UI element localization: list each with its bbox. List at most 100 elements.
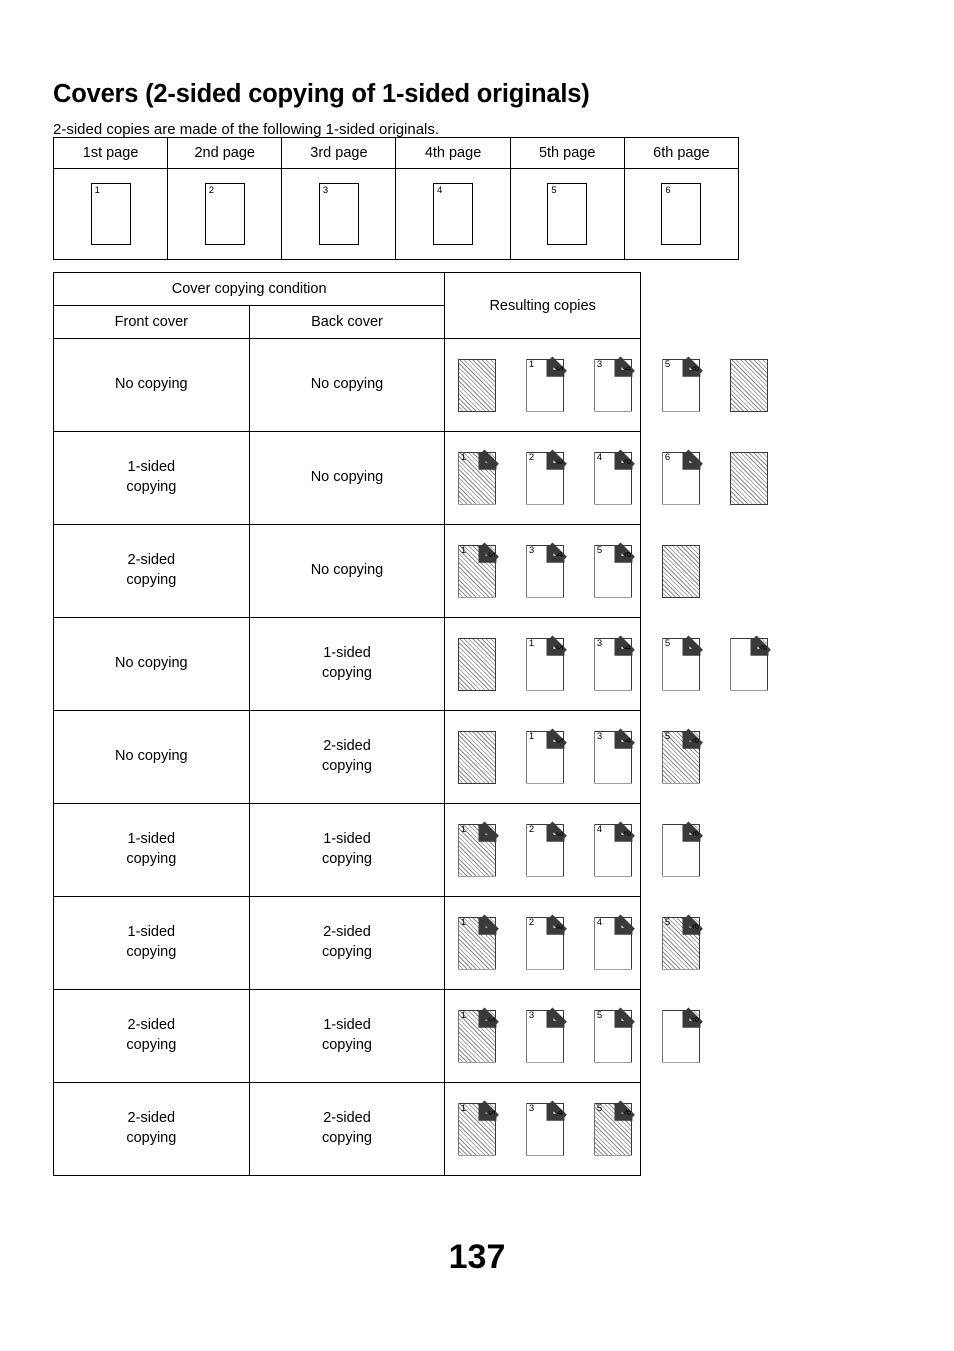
- folded-page-icon: 45: [594, 824, 635, 879]
- sheet-front-number: 1: [460, 545, 467, 556]
- sheet-body: [730, 358, 769, 412]
- sheet-back-number: 2: [554, 644, 566, 651]
- table-row: 1-sided copying No copying 1 2 3 4 5 6: [53, 431, 771, 525]
- resulting-copies-cell: 1234 56: [444, 710, 703, 804]
- blank-page-icon: [730, 451, 771, 507]
- resulting-copies-cell: 123456: [444, 1082, 641, 1176]
- condition-line: copying: [321, 1037, 372, 1053]
- result-sheet-slot: [662, 544, 730, 600]
- sheet-front-number: 1: [460, 824, 467, 835]
- folded-page-icon: 56: [662, 731, 703, 786]
- sheet-number: 1: [94, 185, 100, 196]
- sheet-back-number: 5: [622, 830, 634, 837]
- originals-header-cell: 1st page: [52, 137, 169, 169]
- condition-line: copying: [126, 1130, 177, 1146]
- folded-page-icon: 6: [662, 824, 703, 879]
- table-row: 2-sided copying No copying 1 2 3 4 5 6: [53, 524, 703, 618]
- sheet-front-number: 1: [460, 1103, 467, 1114]
- folded-page-icon: 6: [730, 638, 771, 693]
- page-sheet-icon: 3: [318, 183, 359, 245]
- resulting-copies-cell: 123456: [444, 617, 771, 711]
- folded-page-icon: 23: [526, 452, 567, 507]
- sheet-body: [458, 637, 497, 691]
- folded-page-icon: 12: [526, 359, 567, 414]
- sheet-front-number: 3: [596, 359, 603, 370]
- result-sheet-slot: 4: [594, 917, 662, 972]
- page-number: 137: [448, 1238, 506, 1276]
- sheet-front-number: 1: [460, 917, 467, 928]
- condition-line: copying: [126, 479, 177, 495]
- conditions-group-header-row: Cover copying condition Resulting copies: [52, 272, 641, 339]
- sheet-number: 6: [665, 185, 671, 196]
- cover-copying-condition-header: Cover copying condition: [52, 272, 446, 306]
- folded-page-icon: 34: [526, 1103, 567, 1158]
- result-sheet-slot: [730, 358, 798, 414]
- sheet-body: [730, 451, 769, 505]
- result-sheet-slot: 12: [458, 1010, 526, 1065]
- sheet-back-number: 3: [554, 458, 566, 465]
- conditions-table-body: No copying No copying 1 2 3 4 5 6 1-sided copying…: [53, 338, 771, 1176]
- condition-line: copying: [321, 944, 372, 960]
- resulting-sheets-strip: 123456: [445, 339, 771, 431]
- condition-line: 1-sided: [323, 645, 371, 662]
- folded-page-icon: 3: [526, 1010, 567, 1065]
- condition-line: copying: [321, 758, 372, 774]
- sheet-front-number: 1: [460, 1010, 467, 1021]
- table-row: 1-sided copying 2-sided copying 1 2 3 4 5 6: [53, 896, 703, 990]
- sheet-front-number: 3: [528, 1010, 535, 1021]
- result-sheet-slot: 6: [662, 824, 730, 879]
- front-cover-condition-cell: 1-sided copying: [53, 896, 250, 990]
- condition-line: 1-sided: [127, 459, 176, 476]
- condition-line: No copying: [310, 376, 384, 393]
- result-sheet-slot: [730, 451, 798, 507]
- page-sheet-icon: 6: [661, 183, 702, 245]
- sheet-back-number: 2: [486, 1016, 498, 1023]
- resulting-sheets-strip: 1 2345 6: [445, 804, 703, 896]
- original-sheet-cell: 5: [509, 168, 625, 260]
- original-sheet-cell: 3: [281, 168, 397, 260]
- sheet-front-number: 4: [596, 452, 603, 463]
- table-row: No copying 1-sided copying 1 2 3 4 5 6: [53, 617, 771, 711]
- back-cover-condition-cell: 1-sided copying: [248, 803, 446, 897]
- condition-line: 2-sided: [127, 1110, 176, 1127]
- folded-page-icon: 12: [526, 638, 567, 693]
- result-sheet-slot: 12: [526, 638, 594, 693]
- sheet-front-number: 5: [664, 917, 671, 928]
- sheet-number: 5: [551, 185, 557, 196]
- result-sheet-slot: 5: [594, 1010, 662, 1065]
- blank-page-icon: [458, 358, 499, 414]
- originals-header-cell: 3rd page: [281, 137, 397, 169]
- original-sheet-cell: 1: [52, 168, 169, 260]
- sheet-back-number: 4: [554, 551, 566, 558]
- front-cover-condition-cell: No copying: [53, 710, 250, 804]
- result-sheet-slot: 3: [526, 1010, 594, 1065]
- result-sheet-slot: 6: [662, 452, 730, 507]
- sheet-back-number: 3: [554, 830, 566, 837]
- folded-page-icon: 5: [594, 1010, 635, 1065]
- result-sheet-slot: 1: [458, 824, 526, 879]
- result-sheet-slot: 12: [526, 731, 594, 786]
- sheet-front-number: 1: [528, 731, 535, 742]
- resulting-sheets-strip: 123456: [445, 897, 703, 989]
- sheet-back-number: 4: [622, 365, 634, 372]
- result-sheet-slot: 23: [526, 917, 594, 972]
- result-sheet-slot: 56: [594, 1103, 662, 1158]
- result-sheet-slot: 34: [594, 359, 662, 414]
- condition-line: 1-sided: [323, 831, 371, 848]
- page-sheet-icon: 5: [547, 183, 588, 245]
- sheet-front-number: 5: [596, 1010, 603, 1021]
- sheet-body: [458, 730, 497, 784]
- result-sheet-slot: [458, 730, 526, 786]
- folded-page-icon: 1: [458, 917, 499, 972]
- condition-line: 2-sided: [323, 738, 371, 755]
- condition-line: copying: [321, 665, 372, 681]
- folded-page-icon: 45: [594, 452, 635, 507]
- originals-sheet-row: 1 2 3 4 5 6: [52, 168, 740, 260]
- sheet-back-number: 6: [690, 830, 702, 837]
- folded-page-icon: 34: [594, 731, 635, 786]
- front-cover-condition-cell: 2-sided copying: [53, 524, 250, 618]
- originals-header-cell: 6th page: [623, 137, 740, 169]
- condition-line: No copying: [115, 655, 188, 672]
- table-row: No copying No copying 1 2 3 4 5 6: [53, 338, 771, 432]
- result-sheet-slot: 23: [526, 824, 594, 879]
